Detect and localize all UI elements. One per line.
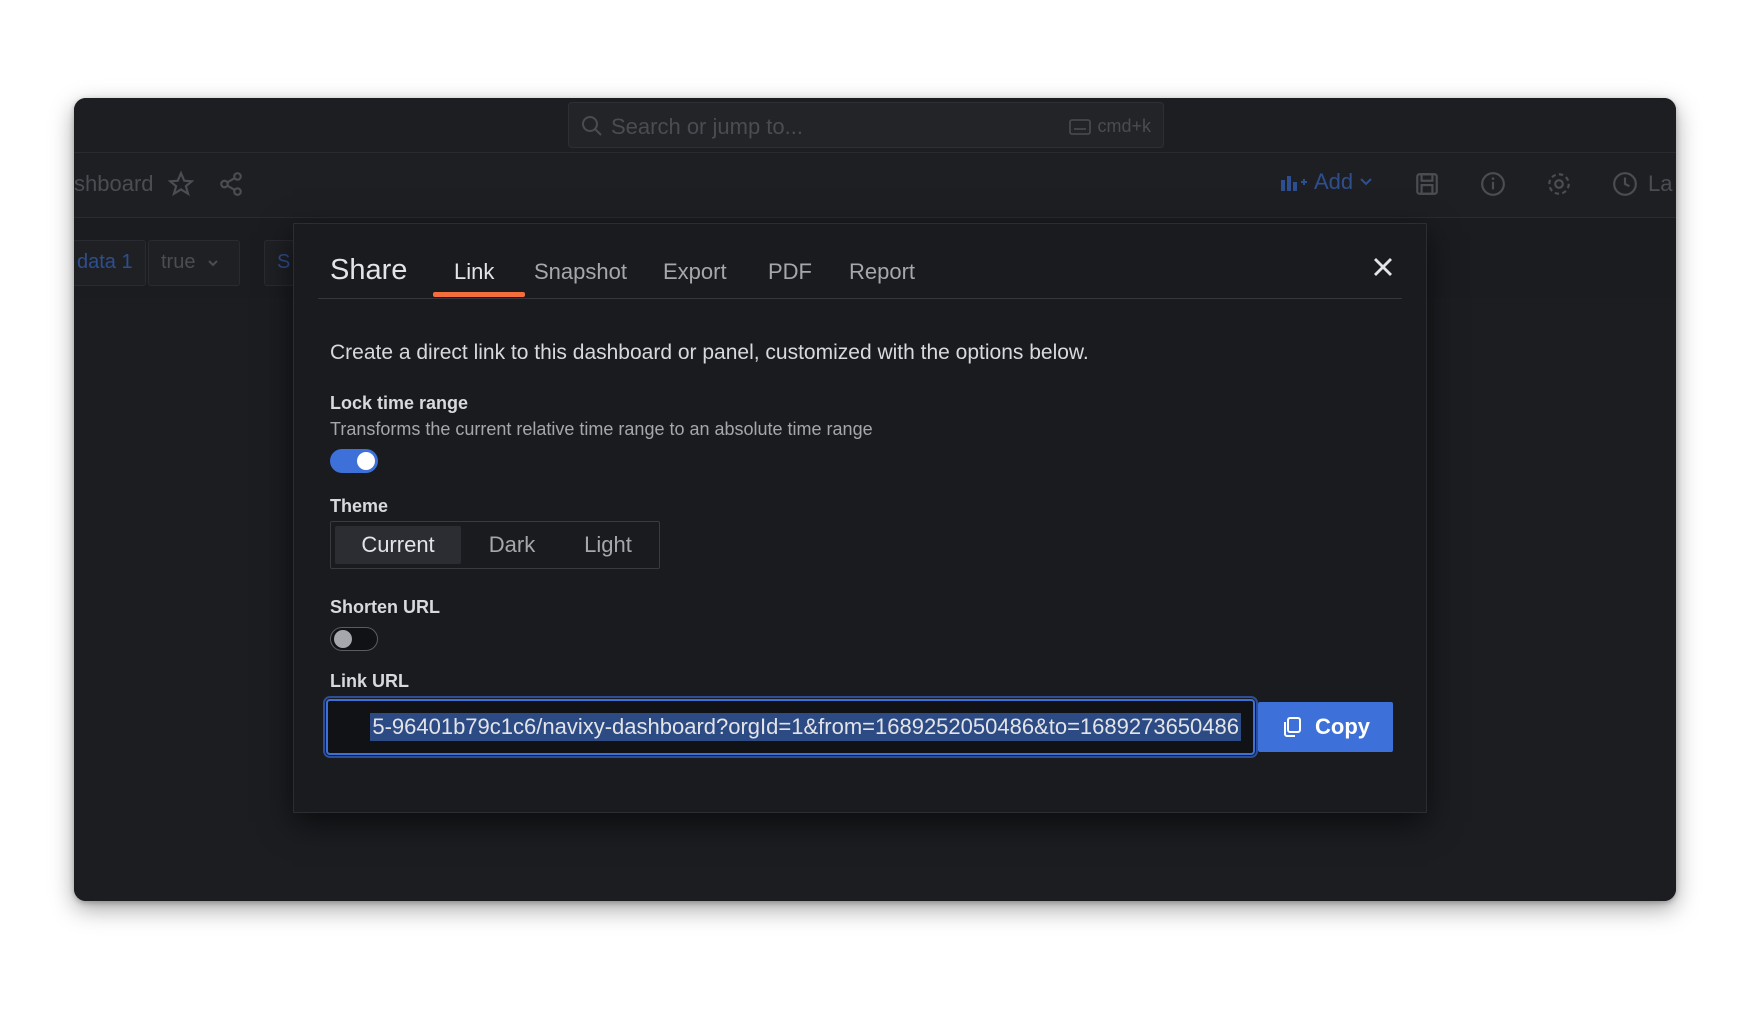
close-icon[interactable] — [1368, 252, 1398, 282]
shorten-url-toggle[interactable] — [330, 627, 378, 651]
add-button[interactable]: Add — [1280, 169, 1373, 195]
lock-time-range-label: Lock time range — [330, 393, 469, 413]
add-label: Add — [1314, 169, 1354, 194]
keyboard-icon — [1069, 118, 1092, 135]
search-bar[interactable]: Search or jump to... cmd+k — [568, 102, 1164, 148]
theme-option-current[interactable]: Current — [335, 526, 461, 564]
lock-time-range-description: Transforms the current relative time ran… — [330, 419, 873, 439]
info-icon[interactable] — [1480, 171, 1506, 202]
tabs-divider — [318, 298, 1402, 299]
lock-time-range-toggle[interactable] — [330, 449, 378, 473]
save-icon[interactable] — [1414, 171, 1440, 202]
star-icon[interactable] — [167, 170, 195, 202]
link-url-input[interactable]: 5-96401b79c1c6/navixy-dashboard?orgId=1&… — [326, 699, 1255, 755]
shortcut-text: cmd+k — [1097, 116, 1151, 136]
tab-pdf[interactable]: PDF — [768, 259, 812, 285]
copy-label: Copy — [1315, 714, 1370, 739]
variable-select[interactable]: true — [148, 240, 240, 286]
toggle-knob — [357, 452, 375, 470]
copy-button[interactable]: Copy — [1258, 702, 1393, 752]
tab-export[interactable]: Export — [663, 259, 727, 285]
shorten-url-label: Shorten URL — [330, 597, 440, 617]
search-icon — [581, 115, 603, 143]
tab-link[interactable]: Link — [454, 259, 494, 285]
theme-option-light[interactable]: Light — [563, 526, 653, 564]
chevron-down-icon — [208, 260, 218, 267]
variable-chip[interactable]: data 1 — [74, 240, 146, 286]
chevron-down-icon — [1360, 178, 1372, 186]
toggle-knob — [334, 630, 352, 648]
clock-icon[interactable] — [1612, 171, 1638, 202]
active-tab-indicator — [433, 292, 525, 297]
share-description: Create a direct link to this dashboard o… — [330, 341, 1089, 364]
modal-title: Share — [330, 254, 408, 286]
add-panel-icon — [1281, 176, 1307, 191]
theme-option-dark[interactable]: Dark — [467, 526, 557, 564]
share-modal: Share Link Snapshot Export PDF Report Cr… — [293, 223, 1427, 813]
variable-value: true — [161, 251, 196, 273]
time-range-picker[interactable]: La — [1648, 171, 1672, 197]
theme-label: Theme — [330, 496, 389, 516]
tab-report[interactable]: Report — [849, 259, 915, 285]
search-placeholder: Search or jump to... — [611, 114, 803, 139]
gear-icon[interactable] — [1546, 171, 1572, 202]
breadcrumb[interactable]: shboard — [74, 171, 154, 197]
top-bar: Search or jump to... cmd+k — [74, 98, 1676, 152]
tab-snapshot[interactable]: Snapshot — [534, 259, 627, 285]
share-icon[interactable] — [218, 171, 244, 202]
link-url-label: Link URL — [330, 671, 409, 691]
theme-radio-group: Current Dark Light — [330, 521, 660, 569]
copy-icon — [1284, 717, 1301, 737]
keyboard-shortcut-hint: cmd+k — [1069, 116, 1151, 137]
dashboard-navbar: shboard Add La — [74, 152, 1676, 218]
link-url-value: 5-96401b79c1c6/navixy-dashboard?orgId=1&… — [370, 713, 1241, 741]
